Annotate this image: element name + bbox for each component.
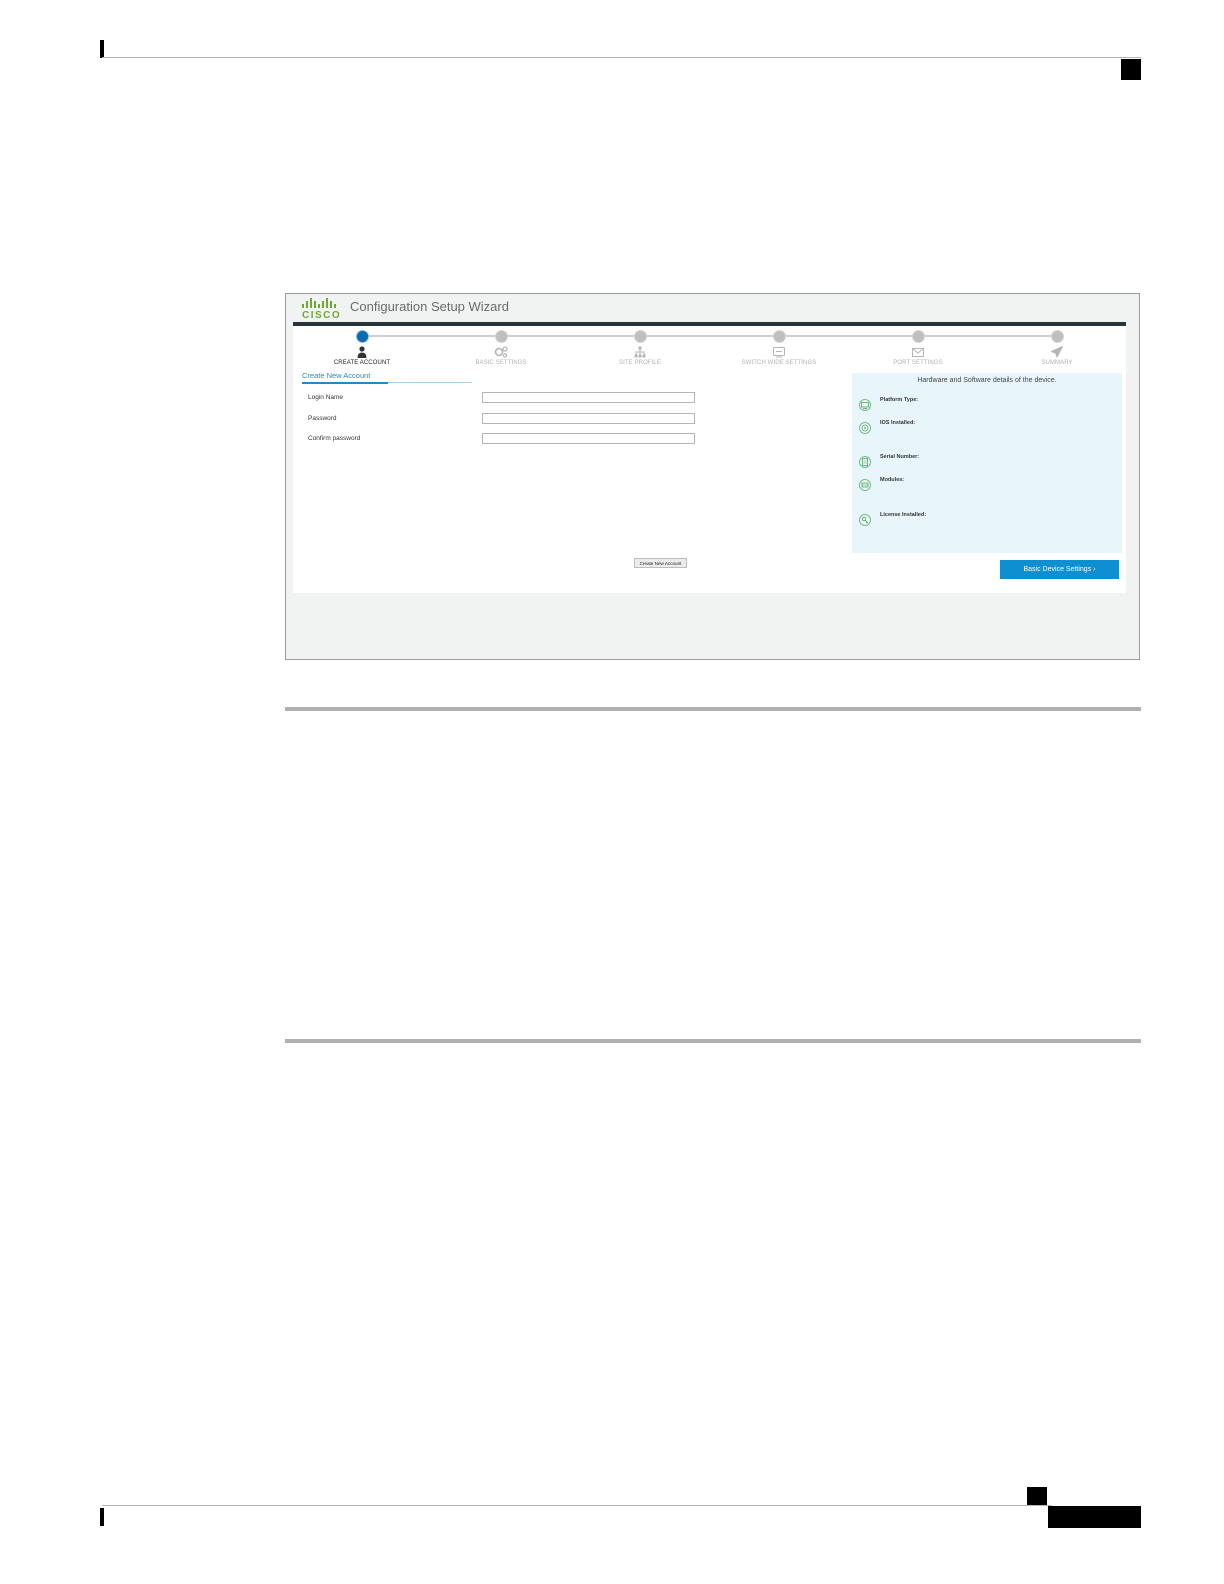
step-basic-settings[interactable]: BASIC SETTINGS bbox=[441, 330, 561, 366]
header-margin-mark bbox=[100, 40, 104, 58]
serial-number-label: Serial Number: bbox=[880, 454, 920, 460]
step-indicator bbox=[911, 330, 925, 343]
monitor-icon bbox=[859, 399, 871, 411]
user-icon bbox=[302, 346, 422, 360]
footer-rule bbox=[102, 1505, 1052, 1506]
gears-icon bbox=[441, 346, 561, 360]
key-icon bbox=[859, 514, 871, 526]
module-icon bbox=[859, 479, 871, 491]
step-label: SWITCH WIDE SETTINGS bbox=[741, 360, 817, 366]
step-indicator bbox=[772, 330, 786, 343]
password-input[interactable] bbox=[482, 413, 695, 424]
step-summary[interactable]: SUMMARY bbox=[997, 330, 1117, 366]
create-new-account-button[interactable]: Create New Account bbox=[634, 558, 687, 568]
header-corner-mark bbox=[1121, 59, 1141, 80]
cisco-logo-bars bbox=[302, 296, 342, 308]
step-site-profile[interactable]: SITE PROFILE bbox=[580, 330, 700, 366]
modules-label: Modules: bbox=[880, 477, 905, 483]
login-name-input[interactable] bbox=[482, 392, 695, 403]
platform-type-label: Platform Type: bbox=[880, 397, 919, 403]
paper-plane-icon bbox=[997, 346, 1117, 360]
confirm-password-input[interactable] bbox=[482, 433, 695, 444]
active-tab-indicator bbox=[302, 382, 388, 384]
footer-page-tab bbox=[1048, 1506, 1141, 1528]
sitemap-icon bbox=[580, 346, 700, 360]
step-switch-wide-settings[interactable]: SWITCH WIDE SETTINGS bbox=[719, 330, 839, 366]
step-label: BASIC SETTINGS bbox=[475, 360, 527, 366]
step-label: SUMMARY bbox=[1041, 360, 1073, 366]
disc-icon bbox=[859, 422, 871, 434]
step-label: CREATE ACCOUNT bbox=[333, 360, 391, 366]
basic-device-settings-button[interactable]: Basic Device Settings › bbox=[1000, 560, 1119, 579]
document-icon bbox=[859, 456, 871, 468]
step-port-settings[interactable]: PORT SETTINGS bbox=[858, 330, 978, 366]
cisco-wordmark: CISCO bbox=[302, 310, 342, 321]
step-label: SITE PROFILE bbox=[619, 360, 661, 366]
footer-margin-mark bbox=[100, 1508, 104, 1526]
step-indicator bbox=[355, 330, 369, 343]
ios-installed-label: IOS Installed: bbox=[880, 420, 916, 426]
step-label: PORT SETTINGS bbox=[893, 360, 943, 366]
create-new-account-tab[interactable]: Create New Account bbox=[302, 371, 370, 380]
confirm-password-label: Confirm password bbox=[308, 435, 361, 442]
step-indicator bbox=[633, 330, 647, 343]
switch-icon bbox=[719, 346, 839, 360]
device-info-title: Hardware and Software details of the dev… bbox=[917, 377, 1057, 384]
cisco-logo: CISCO bbox=[302, 296, 342, 322]
password-label: Password bbox=[308, 415, 337, 422]
section-rule-bottom bbox=[285, 1039, 1141, 1043]
license-installed-label: License Installed: bbox=[880, 512, 927, 518]
step-indicator bbox=[494, 330, 508, 343]
port-icon bbox=[858, 346, 978, 360]
section-rule-top bbox=[285, 707, 1141, 711]
page-number-mark bbox=[1027, 1487, 1047, 1505]
login-name-label: Login Name bbox=[308, 394, 344, 401]
wizard-title: Configuration Setup Wizard bbox=[350, 299, 509, 314]
step-create-account[interactable]: CREATE ACCOUNT bbox=[302, 330, 422, 366]
header-rule bbox=[102, 57, 1141, 58]
step-indicator bbox=[1050, 330, 1064, 343]
